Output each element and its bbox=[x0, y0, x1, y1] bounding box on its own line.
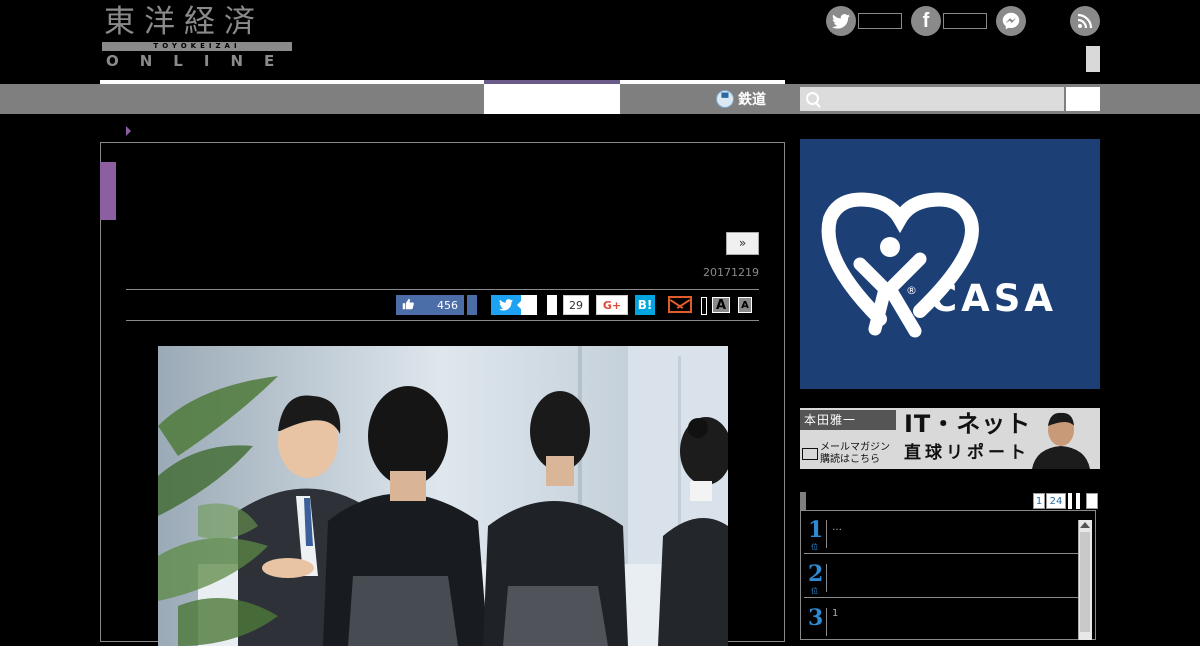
rank-number-3: 3 bbox=[808, 605, 824, 631]
facebook-share-button[interactable] bbox=[467, 295, 477, 315]
nav-item-railway[interactable]: ▀ 鉄道 bbox=[716, 88, 766, 110]
share-bar-top-divider bbox=[126, 289, 759, 290]
casa-logo-icon bbox=[821, 192, 979, 338]
it-ad-mail-line1: メールマガジン bbox=[820, 442, 890, 453]
site-logo[interactable]: 東洋経済 bbox=[104, 4, 264, 40]
logo-online: ONLINE bbox=[106, 52, 296, 70]
rss-icon[interactable] bbox=[1070, 6, 1100, 36]
article-main-photo bbox=[158, 346, 728, 646]
twitter-count-box bbox=[858, 13, 902, 29]
header-side-tab[interactable] bbox=[1086, 46, 1100, 72]
next-page-button[interactable]: » bbox=[726, 232, 759, 255]
facebook-count-box bbox=[943, 13, 987, 29]
like-count: 456 bbox=[437, 298, 458, 312]
ranking-tab-4[interactable] bbox=[1076, 493, 1080, 509]
facebook-like-button[interactable]: 456 bbox=[396, 295, 464, 315]
casa-brand-text: CASA bbox=[930, 277, 1058, 320]
search-input[interactable] bbox=[800, 87, 1064, 111]
it-ad-subtitle: 直球リポート bbox=[904, 443, 1030, 463]
share-button-blank[interactable] bbox=[547, 295, 557, 315]
rank-row-divider bbox=[804, 553, 1078, 554]
scroll-up-icon[interactable] bbox=[1080, 522, 1090, 528]
article-title-marker bbox=[100, 162, 116, 220]
it-ad-title: IT・ネット bbox=[904, 410, 1032, 438]
rank-divider-3 bbox=[826, 608, 827, 636]
twitter-icon bbox=[499, 299, 513, 311]
ranking-tab-1[interactable]: 1 bbox=[1033, 493, 1045, 509]
rank-number-1: 1 bbox=[808, 517, 824, 543]
print-button[interactable] bbox=[701, 297, 707, 315]
rank-suffix-1: 位 bbox=[811, 543, 818, 551]
scroll-thumb[interactable] bbox=[1080, 532, 1090, 632]
nav-tab-active[interactable] bbox=[484, 84, 620, 114]
tweet-count-box bbox=[517, 295, 537, 315]
comment-count[interactable]: 29 bbox=[563, 295, 589, 315]
search-button[interactable] bbox=[1066, 87, 1100, 111]
ranking-tab-24[interactable]: 24 bbox=[1046, 493, 1066, 509]
it-ad-mail-link: メールマガジン 購読はこちら bbox=[802, 442, 890, 466]
railway-icon: ▀ bbox=[716, 90, 734, 108]
twitter-icon[interactable] bbox=[826, 6, 856, 36]
font-size-large-button[interactable]: A bbox=[712, 297, 730, 313]
messenger-icon[interactable] bbox=[996, 6, 1026, 36]
thumbs-up-icon bbox=[402, 298, 414, 313]
facebook-icon[interactable]: f bbox=[911, 6, 941, 36]
ranking-tab-5[interactable] bbox=[1086, 493, 1098, 509]
it-net-ad-banner[interactable]: 本田雅一 IT・ネット 直球リポート メールマガジン 購読はこちら bbox=[800, 408, 1100, 469]
breadcrumb-arrow-icon bbox=[126, 126, 131, 136]
it-ad-author-photo bbox=[1032, 412, 1090, 469]
rank-item-1-title[interactable]: … bbox=[832, 522, 842, 533]
google-plus-button[interactable]: G+ bbox=[596, 295, 628, 315]
ranking-tab-3[interactable] bbox=[1068, 493, 1072, 509]
rank-divider-2 bbox=[826, 564, 827, 592]
share-bar-bottom-divider bbox=[126, 320, 759, 321]
rank-row-divider bbox=[804, 597, 1078, 598]
it-ad-author: 本田雅一 bbox=[800, 410, 896, 430]
rank-number-2: 2 bbox=[808, 561, 824, 587]
rank-item-3-title[interactable]: 1 bbox=[832, 608, 838, 619]
nav-item-railway-label: 鉄道 bbox=[738, 92, 766, 108]
logo-romaji: TOYOKEIZAI bbox=[102, 42, 292, 51]
search-icon bbox=[806, 92, 819, 105]
ranking-list bbox=[800, 510, 1096, 640]
mail-icon[interactable] bbox=[668, 296, 692, 313]
casa-registered-mark: ® bbox=[906, 284, 917, 297]
it-ad-mail-line2: 購読はこちら bbox=[820, 454, 880, 465]
article-date: 20171219 bbox=[703, 266, 759, 279]
hatena-bookmark-button[interactable]: B! bbox=[635, 295, 655, 315]
casa-ad-banner[interactable] bbox=[800, 139, 1100, 389]
rank-suffix-2: 位 bbox=[811, 587, 818, 595]
font-size-small-button[interactable]: A bbox=[738, 297, 752, 313]
rank-divider-1 bbox=[826, 520, 827, 548]
ranking-header-mark bbox=[800, 492, 806, 510]
mail-icon bbox=[802, 448, 818, 460]
